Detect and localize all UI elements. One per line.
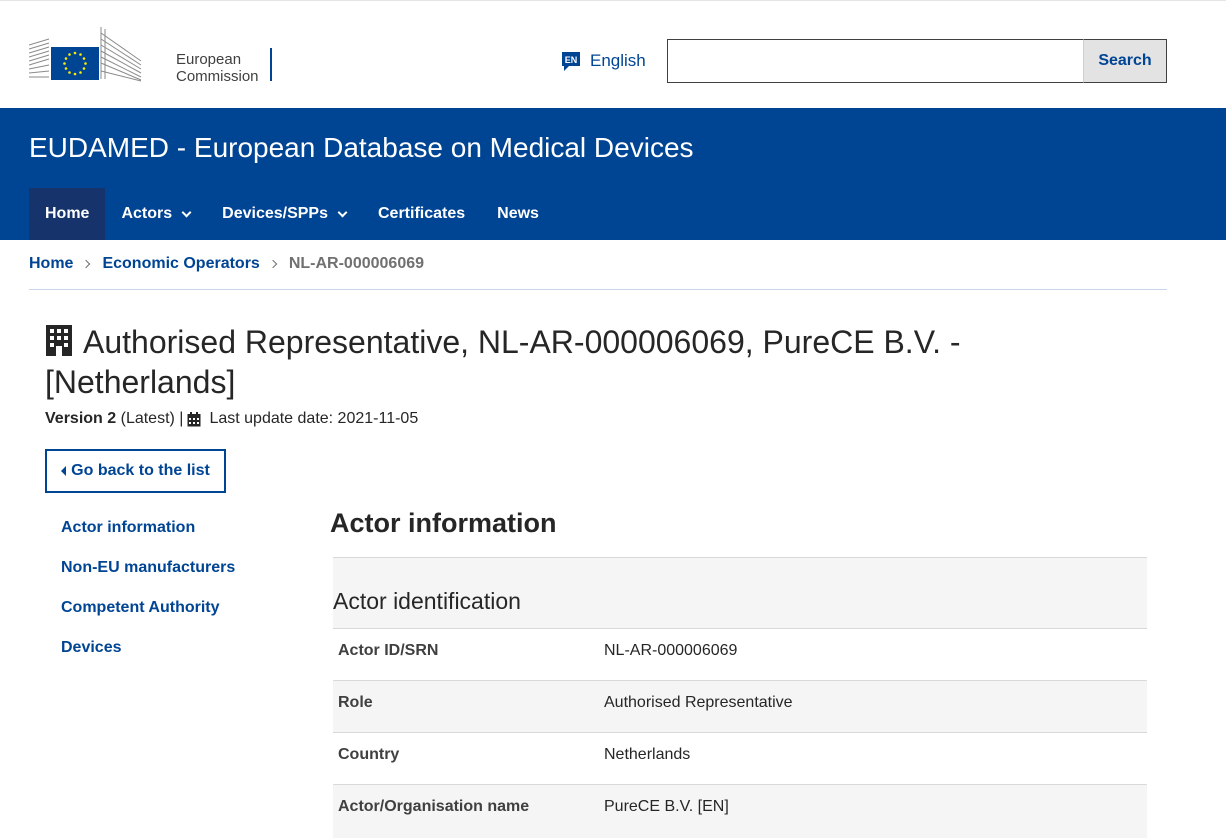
logo-divider (270, 48, 272, 81)
row-value: Netherlands (604, 746, 691, 763)
breadcrumb: Home Economic Operators NL-AR-000006069 (29, 254, 424, 274)
breadcrumb-home[interactable]: Home (29, 255, 73, 273)
row-label: Role (338, 694, 373, 711)
nav-item-certificates[interactable]: Certificates (362, 188, 481, 240)
page-title: Authorised Representative, NL-AR-0000060… (45, 322, 1005, 402)
go-back-button[interactable]: Go back to the list (45, 449, 226, 493)
logo-text: European Commission (176, 51, 259, 85)
table-row: Actor/Organisation name PureCE B.V. [EN] (333, 784, 1147, 836)
breadcrumb-divider (29, 289, 1167, 290)
actor-identification-card: Actor identification Actor ID/SRN NL-AR-… (333, 557, 1147, 838)
nav-item-news[interactable]: News (481, 188, 555, 240)
go-back-label: Go back to the list (71, 462, 210, 479)
breadcrumb-economic-operators[interactable]: Economic Operators (102, 255, 259, 273)
side-nav: Actor information Non-EU manufacturers C… (61, 518, 235, 678)
nav-item-actors[interactable]: Actors (105, 188, 206, 240)
language-label: English (590, 51, 646, 70)
nav-item-label: Certificates (378, 205, 466, 222)
table-row: Actor ID/SRN NL-AR-000006069 (333, 628, 1147, 680)
card-title: Actor identification (333, 588, 521, 614)
search-input[interactable] (667, 39, 1083, 83)
version-label: Version 2 (45, 410, 117, 427)
row-label: Country (338, 746, 400, 763)
info-table: Actor ID/SRN NL-AR-000006069 Role Author… (333, 628, 1147, 836)
chevron-down-icon (181, 207, 192, 217)
breadcrumb-current: NL-AR-000006069 (288, 255, 425, 272)
chevron-right-icon (82, 259, 91, 269)
caret-left-icon (61, 466, 67, 476)
version-info: Version 2 (Latest) | Last update date: 2… (45, 410, 418, 428)
top-header: European Commission EN English Search (0, 0, 1226, 108)
side-nav-actor-information[interactable]: Actor information (61, 518, 235, 558)
nav-item-label: Actors (121, 205, 173, 222)
nav-item-home[interactable]: Home (29, 188, 106, 240)
search-form: Search (667, 39, 1167, 83)
nav-item-devices-spps[interactable]: Devices/SPPs (206, 188, 362, 240)
main-nav: Home Actors Devices/SPPs Certificates Ne… (29, 188, 555, 240)
table-row: Country Netherlands (333, 732, 1147, 784)
site-title: EUDAMED - European Database on Medical D… (29, 132, 694, 163)
nav-item-label: Devices/SPPs (222, 205, 328, 222)
nav-item-label: Home (45, 205, 90, 222)
side-nav-devices[interactable]: Devices (61, 638, 235, 678)
logo-line-2: Commission (176, 68, 259, 85)
nav-item-label: News (497, 205, 539, 222)
european-commission-logo[interactable]: European Commission (28, 25, 272, 85)
side-nav-competent-authority[interactable]: Competent Authority (61, 598, 235, 638)
language-selector[interactable]: EN English (560, 49, 646, 73)
commission-building-logo-icon (28, 27, 142, 82)
row-value: PureCE B.V. [EN] (604, 798, 729, 815)
version-suffix: (Latest) | (120, 410, 184, 427)
row-value: Authorised Representative (604, 694, 793, 711)
chevron-down-icon (337, 207, 348, 217)
row-label: Actor ID/SRN (338, 642, 439, 659)
building-icon (45, 324, 73, 356)
last-update-date: Last update date: 2021-11-05 (209, 410, 419, 427)
row-value: NL-AR-000006069 (604, 642, 738, 659)
section-title: Actor information (330, 508, 557, 538)
site-banner: EUDAMED - European Database on Medical D… (0, 108, 1226, 240)
row-label: Actor/Organisation name (338, 798, 530, 815)
svg-text:EN: EN (565, 55, 578, 65)
chevron-right-icon (268, 259, 278, 269)
table-row: Role Authorised Representative (333, 680, 1147, 732)
side-nav-non-eu-manufacturers[interactable]: Non-EU manufacturers (61, 558, 235, 598)
logo-line-1: European (176, 51, 242, 68)
calendar-icon (187, 411, 201, 427)
search-button[interactable]: Search (1083, 39, 1167, 83)
page-title-text: Authorised Representative, NL-AR-0000060… (45, 324, 961, 400)
language-code-icon: EN (560, 50, 582, 72)
